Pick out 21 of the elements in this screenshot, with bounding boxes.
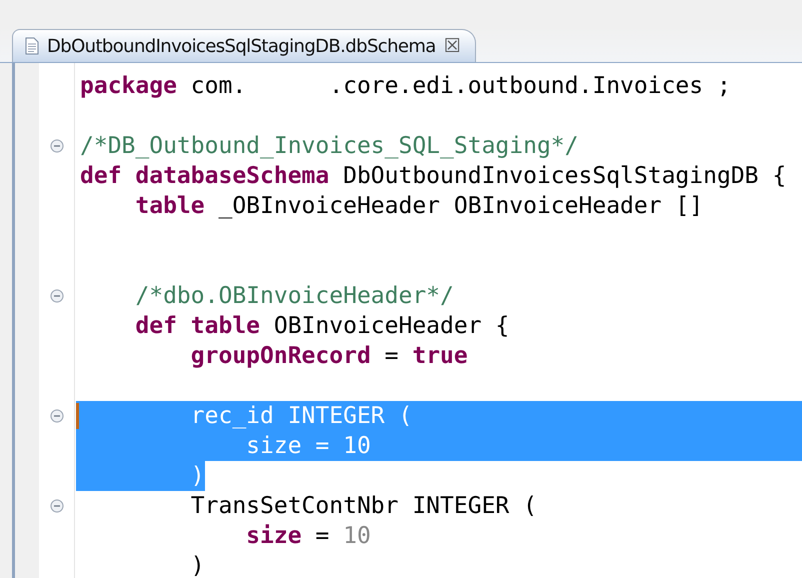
editor-tab[interactable]: DbOutboundInvoicesSqlStagingDB.dbSchema ☒ <box>12 29 476 62</box>
collapse-icon[interactable] <box>50 499 64 513</box>
tab-title: DbOutboundInvoicesSqlStagingDB.dbSchema <box>47 36 436 56</box>
collapse-icon[interactable] <box>50 409 64 423</box>
close-icon[interactable]: ☒ <box>444 35 461 57</box>
code-line: def table OBInvoiceHeader { <box>134 313 510 339</box>
change-marker <box>76 403 79 429</box>
code-line: def databaseSchema DbOutboundInvoicesSqlStagingDB { <box>80 163 786 189</box>
code-line: size = 10 <box>245 523 371 549</box>
file-icon <box>25 37 39 55</box>
code-line: /*DB_Outbound_Invoices_SQL_Staging*/ <box>80 133 578 159</box>
code-line: size = 10 <box>245 433 371 459</box>
code-line: table _OBInvoiceHeader OBInvoiceHeader [] <box>134 193 704 219</box>
code-line: /*dbo.OBInvoiceHeader*/ <box>134 283 454 309</box>
code-line: groupOnRecord = true <box>190 343 468 369</box>
collapse-icon[interactable] <box>50 139 64 153</box>
collapse-icon[interactable] <box>50 289 64 303</box>
code-line: TransSetContNbr INTEGER ( <box>190 493 537 519</box>
code-line: package com. .core.edi.outbound.Invoices ; <box>80 73 731 99</box>
code-line: ) <box>190 553 205 578</box>
code-line: rec_id INTEGER ( <box>190 403 412 429</box>
